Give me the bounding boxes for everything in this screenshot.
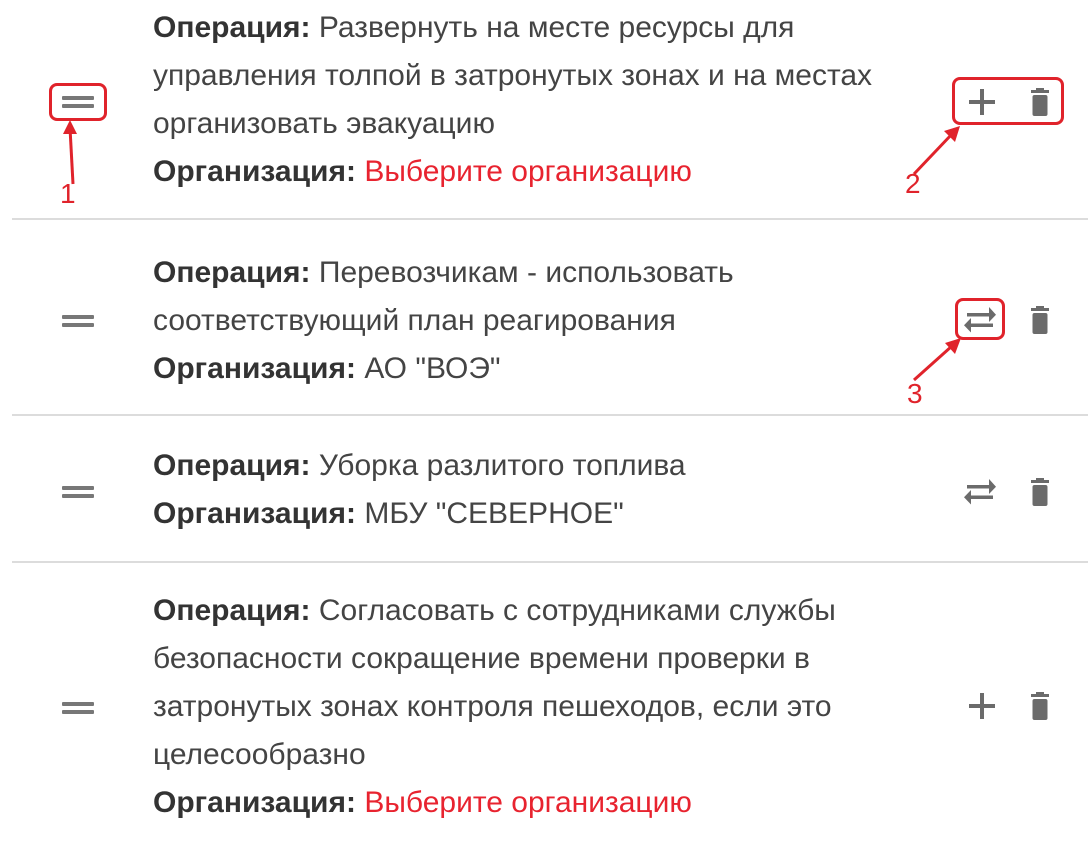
- organization-line: Организация: МБУ "СЕВЕРНОЕ": [153, 490, 686, 538]
- organization-label: Организация:: [153, 155, 356, 188]
- organization-line: Организация: Выберите организацию: [153, 148, 872, 196]
- annotation-highlight: [952, 77, 1064, 125]
- drag-handle-icon[interactable]: [62, 315, 94, 327]
- operation-content: Операция: Перевозчикам - использовать со…: [153, 249, 734, 393]
- list-item: Операция: Перевозчикам - использовать со…: [0, 220, 1088, 416]
- operation-text: Перевозчикам - использовать: [318, 256, 734, 289]
- operation-text: целесообразно: [153, 738, 366, 771]
- organization-label: Организация:: [153, 786, 356, 819]
- organization-label: Организация:: [153, 497, 356, 530]
- annotation-highlight: [49, 83, 107, 121]
- select-organization-link[interactable]: Выберите организацию: [364, 786, 692, 819]
- operation-label: Операция:: [153, 256, 311, 289]
- annotation-number: 1: [60, 178, 76, 209]
- operation-line: Операция: Уборка разлитого топлива: [153, 442, 686, 490]
- select-organization-link[interactable]: Выберите организацию: [364, 155, 692, 188]
- operation-text: Согласовать с сотрудниками службы: [318, 594, 836, 627]
- list-item: Операция: Развернуть на месте ресурсы дл…: [0, 0, 1088, 220]
- drag-handle-icon[interactable]: [62, 486, 94, 498]
- organization-line: Организация: АО "ВОЭ": [153, 345, 734, 393]
- operation-content: Операция: Уборка разлитого топлива Орган…: [153, 442, 686, 538]
- list-item: Операция: Согласовать с сотрудниками слу…: [0, 563, 1088, 845]
- organization-line: Организация: Выберите организацию: [153, 779, 836, 827]
- operation-line: Операция: Согласовать с сотрудниками слу…: [153, 587, 836, 635]
- operation-label: Операция:: [153, 594, 311, 627]
- add-icon[interactable]: [966, 690, 998, 722]
- organization-label: Организация:: [153, 352, 356, 385]
- operation-text: соответствующий план реагирования: [153, 304, 676, 337]
- drag-handle-icon[interactable]: [62, 702, 94, 714]
- operation-label: Операция:: [153, 449, 311, 482]
- operation-text: безопасности сокращение времени проверки…: [153, 642, 810, 675]
- operation-text: Развернуть на месте ресурсы для: [318, 11, 795, 44]
- organization-value: АО "ВОЭ": [364, 352, 501, 385]
- operation-label: Операция:: [153, 11, 311, 44]
- organization-value: МБУ "СЕВЕРНОЕ": [364, 497, 624, 530]
- operation-text: затронутых зонах контроля пешеходов, есл…: [153, 690, 832, 723]
- operation-text: управления толпой в затронутых зонах и н…: [153, 59, 873, 92]
- swap-icon[interactable]: [963, 476, 996, 508]
- operation-content: Операция: Развернуть на месте ресурсы дл…: [153, 4, 872, 196]
- operation-line: Операция: Развернуть на месте ресурсы дл…: [153, 4, 872, 52]
- annotation-number: 3: [907, 378, 923, 409]
- list-item: Операция: Уборка разлитого топлива Орган…: [0, 416, 1088, 562]
- delete-icon[interactable]: [1024, 690, 1056, 722]
- delete-icon[interactable]: [1024, 304, 1056, 336]
- delete-icon[interactable]: [1024, 476, 1056, 508]
- annotation-number: 2: [905, 168, 921, 199]
- operation-line: Операция: Перевозчикам - использовать: [153, 249, 734, 297]
- operation-content: Операция: Согласовать с сотрудниками слу…: [153, 587, 836, 827]
- operation-text: организовать эвакуацию: [153, 107, 495, 140]
- operation-text: Уборка разлитого топлива: [318, 449, 686, 482]
